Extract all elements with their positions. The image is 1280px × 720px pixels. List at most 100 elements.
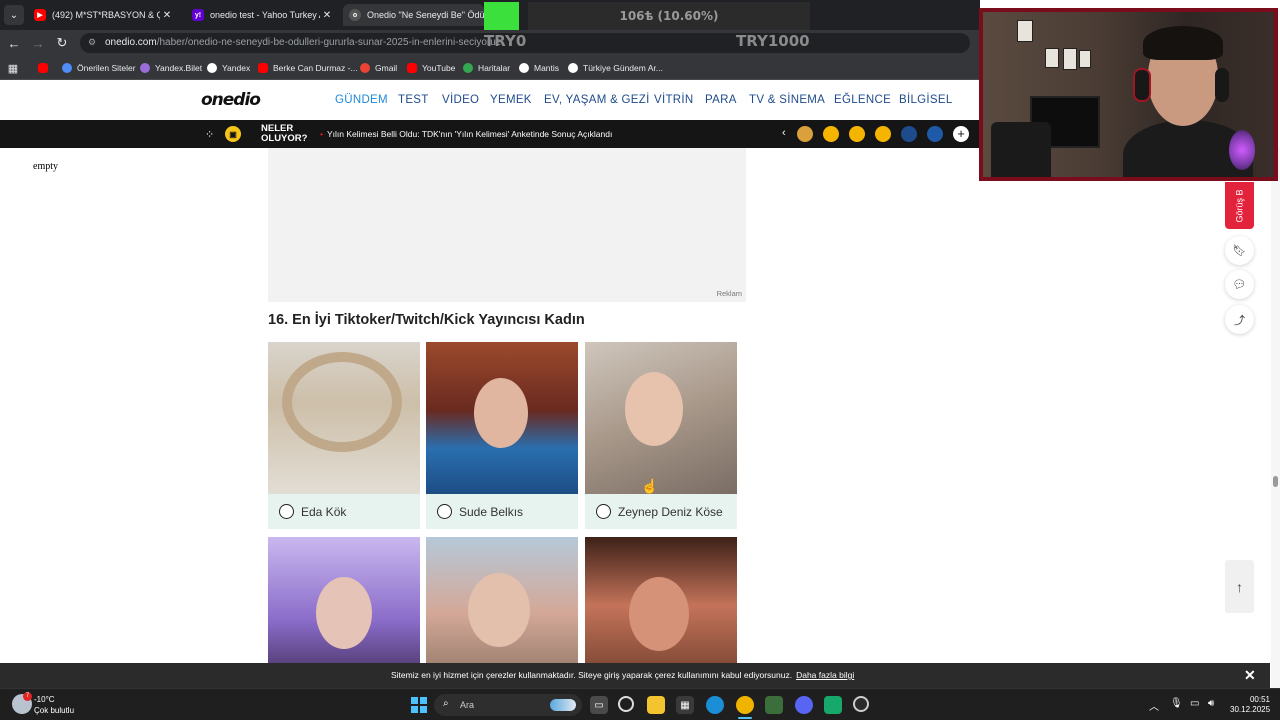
nav-video[interactable]: VİDEO [442, 94, 479, 106]
forward-arrow-icon[interactable]: → [29, 34, 47, 52]
reaction-love-icon[interactable] [823, 126, 839, 142]
weather-description[interactable]: Çok bulutlu [34, 706, 74, 715]
page-scrollbar[interactable] [1271, 148, 1280, 688]
microphone-icon[interactable]: 🎙︎ [1170, 698, 1183, 709]
tray-chevron-up-icon[interactable]: ︿ [1149, 698, 1159, 713]
globe-icon [519, 63, 529, 73]
tab-yahoo[interactable]: y! onedio test - Yahoo Turkey Ara ✕ [186, 4, 338, 26]
add-reaction-icon[interactable]: + [953, 126, 969, 142]
tab-youtube[interactable]: ▶ (492) M*ST*RBASYON & ÇAY | İ ✕ [28, 4, 178, 26]
game-app-icon[interactable] [765, 696, 783, 714]
taskbar-clock[interactable]: 00:51 30.12.2025 [1230, 695, 1270, 715]
contestant-photo[interactable] [268, 342, 420, 494]
windows-taskbar: 7 -10°C Çok bulutlu ⌕ Ara ▭ ▦ ︿ 🎙︎ ▭ 🔊︎ … [0, 688, 1280, 720]
bookmark-onerilen[interactable]: Önerilen Siteler [62, 60, 136, 76]
chat-app-icon[interactable] [824, 696, 842, 714]
cookie-more-link[interactable]: Daha fazla bilgi [796, 670, 854, 680]
onedio-icon: o [349, 9, 361, 21]
browser-tab-bar: ⌄ ▶ (492) M*ST*RBASYON & ÇAY | İ ✕ y! on… [0, 0, 980, 30]
nav-test[interactable]: TEST [398, 94, 429, 106]
nav-tv-sinema[interactable]: TV & SİNEMA [749, 94, 825, 106]
bookmark-haritalar[interactable]: Haritalar [463, 60, 510, 76]
close-icon[interactable]: ✕ [160, 10, 174, 21]
tab-onedio[interactable]: o Onedio "Ne Seneydi Be" Ödülle [343, 4, 484, 26]
chrome-icon[interactable] [736, 696, 754, 714]
app-circle-icon[interactable] [618, 696, 634, 712]
radio-button[interactable] [437, 504, 452, 519]
reaction-sun-icon[interactable] [797, 126, 813, 142]
bookmarks-bar: ▦ Önerilen Siteler Yandex.Bilet Yandex B… [0, 56, 980, 80]
stream-overlay-try-high: TRY1000 [736, 32, 810, 50]
share-icon[interactable]: ⤴ [1225, 305, 1254, 334]
site-info-icon[interactable]: ⚙ [88, 37, 100, 49]
nav-para[interactable]: PARA [705, 94, 737, 106]
store-icon[interactable]: ▦ [676, 696, 694, 714]
google-icon [360, 63, 370, 73]
scrollbar-thumb[interactable] [1273, 476, 1278, 487]
scroll-to-top-button[interactable]: ↑ [1225, 560, 1254, 613]
bookmark-turkiye-gundem[interactable]: Türkiye Gündem Ar... [568, 60, 663, 76]
stream-overlay-try-low: TRY0 [484, 32, 527, 50]
edge-icon[interactable] [706, 696, 724, 714]
reaction-smile-icon[interactable] [875, 126, 891, 142]
close-icon[interactable]: ✕ [1244, 667, 1256, 684]
nav-vitrin[interactable]: VİTRİN [654, 94, 694, 106]
poll-option-sude-belkis[interactable]: Sude Belkıs [426, 342, 578, 529]
file-explorer-icon[interactable] [647, 696, 665, 714]
tab-title: onedio test - Yahoo Turkey Ara [210, 10, 320, 20]
bookmark-yandex[interactable]: Yandex [207, 60, 250, 76]
poll-option-eda-kok[interactable]: Eda Kök [268, 342, 420, 529]
obs-icon[interactable] [853, 696, 869, 712]
task-view-icon[interactable]: ▭ [590, 696, 608, 714]
tab-search-button[interactable]: ⌄ [4, 5, 24, 25]
bookmark-yandex-bilet[interactable]: Yandex.Bilet [140, 60, 202, 76]
reaction-brand-icon[interactable] [901, 126, 917, 142]
nav-yemek[interactable]: YEMEK [490, 94, 532, 106]
contestant-photo[interactable] [585, 342, 737, 494]
ticker-headline[interactable]: Yılın Kelimesi Belli Oldu: TDK'nın 'Yılı… [320, 129, 612, 139]
poll-option-zeynep-deniz-kose[interactable]: Zeynep Deniz Köse [585, 342, 737, 529]
advertisement[interactable]: Reklam [268, 148, 746, 302]
maps-pin-icon [463, 63, 473, 73]
close-icon[interactable]: ✕ [320, 10, 334, 21]
discord-icon[interactable] [795, 696, 813, 714]
contestant-photo[interactable] [426, 342, 578, 494]
cookie-message: Sitemiz en iyi hizmet için çerezler kull… [391, 670, 855, 680]
windows-start-icon[interactable] [411, 697, 427, 713]
nav-eglence[interactable]: EĞLENCE [834, 94, 891, 106]
radio-button[interactable] [596, 504, 611, 519]
news-ticker-strip: ⁘ ▣ NELEROLUYOR? Yılın Kelimesi Belli Ol… [0, 120, 980, 148]
network-icon[interactable]: ▭ [1190, 698, 1199, 709]
webcam-lamp [1229, 130, 1255, 170]
bookmark-icon[interactable]: 🔖︎ [1225, 236, 1254, 265]
taskbar-search[interactable]: ⌕ Ara [434, 694, 582, 716]
apps-grid-icon[interactable]: ▦ [4, 59, 22, 77]
search-highlight-icon [550, 699, 576, 711]
bookmark-gmail[interactable]: Gmail [360, 60, 397, 76]
globe-icon [207, 63, 217, 73]
chevron-left-icon[interactable]: ‹ [782, 127, 786, 139]
youtube-icon: ▶ [34, 9, 46, 21]
nav-gundem[interactable]: GÜNDEM [335, 94, 388, 106]
radio-button[interactable] [279, 504, 294, 519]
reaction-sad-icon[interactable] [849, 126, 865, 142]
onedio-logo[interactable]: onedio [201, 90, 261, 110]
nav-ev-yasam-gezi[interactable]: EV, YAŞAM & GEZİ [544, 94, 650, 106]
back-arrow-icon[interactable]: ← [5, 34, 23, 52]
comments-icon[interactable]: 💬︎ [1225, 270, 1254, 299]
bookmark-youtube-icon[interactable] [38, 60, 53, 76]
reaction-nivea-icon[interactable] [927, 126, 943, 142]
weather-temperature[interactable]: -10°C [34, 695, 55, 704]
tab-title: Onedio "Ne Seneydi Be" Ödülle [367, 10, 484, 20]
menu-grid-icon[interactable]: ⁘ [205, 128, 217, 141]
feedback-tab[interactable]: Görüş B [1225, 182, 1254, 229]
neler-oluyor-label[interactable]: NELER OLUYOR? [261, 124, 307, 144]
reload-icon[interactable]: ↻ [53, 34, 71, 52]
nav-bilgisel[interactable]: BİLGİSEL [899, 94, 953, 106]
bookmark-mantis[interactable]: Mantis [519, 60, 559, 76]
tv-icon[interactable]: ▣ [225, 126, 241, 142]
bookmark-berke[interactable]: Berke Can Durmaz -... [258, 60, 358, 76]
volume-icon[interactable]: 🔊︎ [1208, 698, 1214, 709]
webcam-chair [991, 122, 1051, 177]
bookmark-youtube[interactable]: YouTube [407, 60, 455, 76]
